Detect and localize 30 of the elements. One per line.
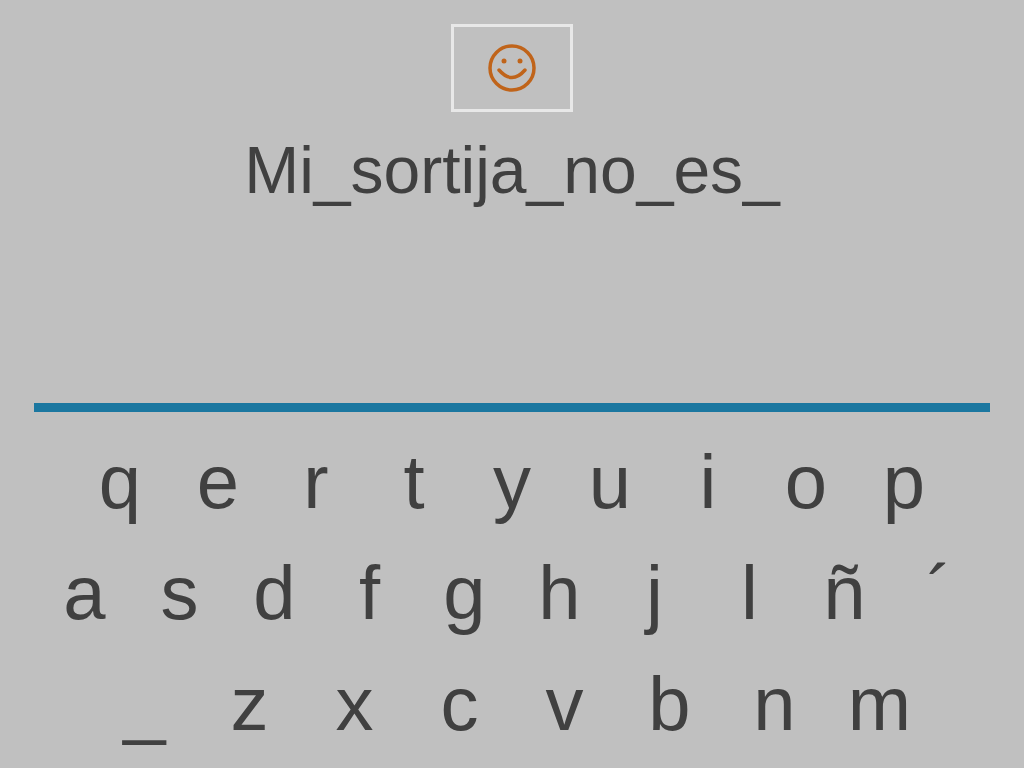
letter-key[interactable]: i bbox=[659, 436, 757, 527]
letter-key[interactable]: ñ bbox=[797, 547, 892, 638]
letter-key[interactable]: l bbox=[702, 547, 797, 638]
letter-key[interactable]: p bbox=[855, 436, 953, 527]
letter-key[interactable]: h bbox=[512, 547, 607, 638]
letter-key[interactable]: d bbox=[227, 547, 322, 638]
letter-key[interactable]: g bbox=[417, 547, 512, 638]
phrase-text: Mi_sortija_no_es_ bbox=[244, 132, 780, 209]
letter-key[interactable]: x bbox=[302, 658, 407, 749]
letter-key[interactable]: c bbox=[407, 658, 512, 749]
letter-key[interactable]: m bbox=[827, 658, 932, 749]
letter-key[interactable]: a bbox=[37, 547, 132, 638]
letter-key[interactable]: y bbox=[463, 436, 561, 527]
letter-key[interactable]: e bbox=[169, 436, 267, 527]
letter-key[interactable]: u bbox=[561, 436, 659, 527]
letter-key[interactable]: t bbox=[365, 436, 463, 527]
letter-key[interactable]: q bbox=[71, 436, 169, 527]
letter-key[interactable]: o bbox=[757, 436, 855, 527]
letter-key[interactable]: s bbox=[132, 547, 227, 638]
letter-key[interactable]: n bbox=[722, 658, 827, 749]
letter-key[interactable]: z bbox=[197, 658, 302, 749]
letter-key[interactable]: j bbox=[607, 547, 702, 638]
letter-key[interactable]: _ bbox=[92, 658, 197, 749]
letter-key[interactable]: ´ bbox=[892, 547, 987, 638]
letter-key[interactable]: b bbox=[617, 658, 722, 749]
letter-key[interactable]: r bbox=[267, 436, 365, 527]
letter-key[interactable]: v bbox=[512, 658, 617, 749]
smiley-button[interactable] bbox=[451, 24, 573, 112]
letter-key[interactable]: f bbox=[322, 547, 417, 638]
smiley-icon bbox=[487, 43, 537, 93]
